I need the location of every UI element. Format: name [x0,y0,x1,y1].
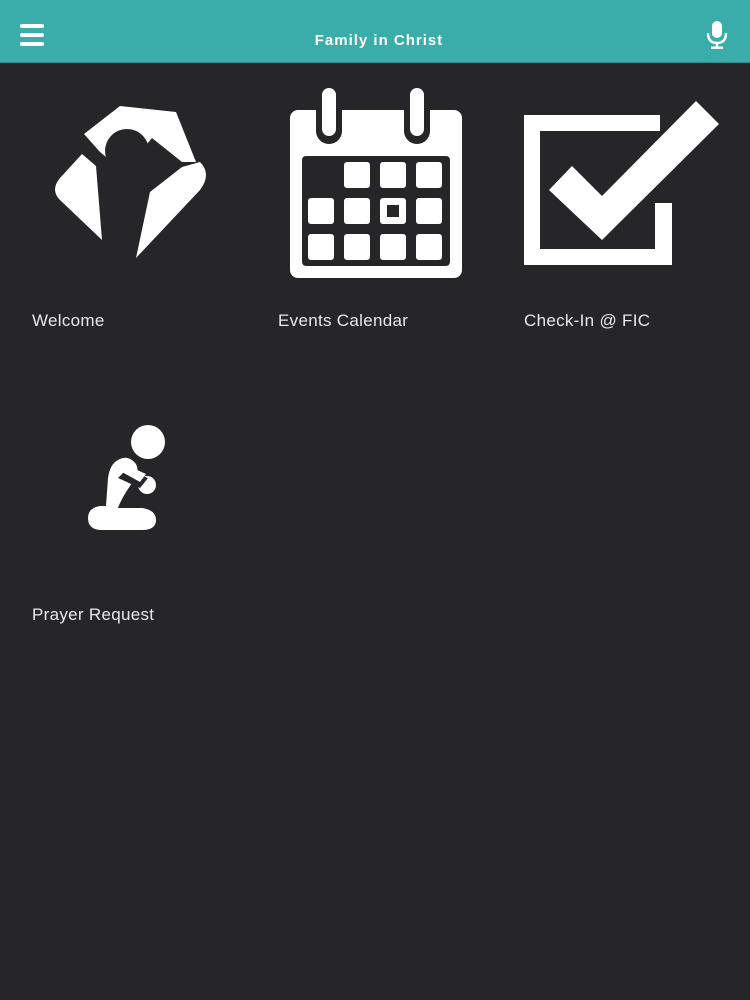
app-title: Family in Christ [314,32,444,49]
kneeling-prayer-icon [88,425,165,530]
app-header: Family in Christ [0,0,750,63]
menu-bar-top [20,24,44,28]
tile-check-in[interactable]: Check-In @ FIC [492,72,738,332]
tile-welcome[interactable]: Welcome [0,72,246,332]
tile-label-welcome: Welcome [32,311,105,330]
tile-label-check-in: Check-In @ FIC [524,311,651,330]
checkbox-checked-icon [524,101,719,265]
calendar-icon [290,86,462,278]
tile-label-prayer-request: Prayer Request [32,605,155,624]
church-person-logo-icon [55,106,206,258]
tile-events-calendar[interactable]: Events Calendar [246,72,492,332]
tile-prayer-request[interactable]: Prayer Request [0,366,246,626]
tile-label-events-calendar: Events Calendar [278,311,409,330]
microphone-icon[interactable] [704,20,730,50]
